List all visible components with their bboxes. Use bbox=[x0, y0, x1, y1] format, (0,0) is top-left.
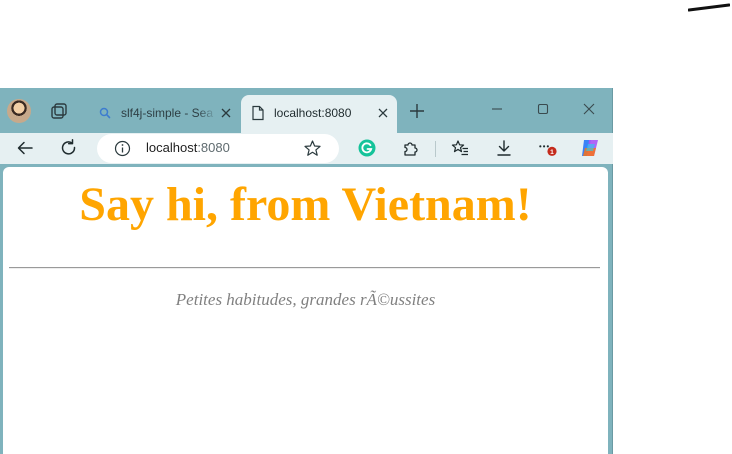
notification-badge: 1 bbox=[550, 149, 554, 156]
tab-strip: slf4j-simple - Sea localhost:8080 bbox=[0, 88, 613, 133]
page-tagline: Petites habitudes, grandes rÃ©ussites bbox=[175, 290, 436, 309]
close-icon[interactable] bbox=[219, 106, 233, 120]
info-icon[interactable] bbox=[114, 140, 131, 157]
favorites-icon[interactable] bbox=[450, 138, 470, 158]
tab-title: slf4j-simple - Sea bbox=[121, 106, 214, 120]
close-icon[interactable] bbox=[376, 106, 390, 120]
maximize-icon[interactable] bbox=[534, 100, 552, 118]
toolbar-separator bbox=[435, 141, 436, 157]
pen-stroke bbox=[688, 3, 730, 12]
url-host: localhost bbox=[146, 140, 198, 155]
star-icon[interactable] bbox=[303, 139, 322, 158]
plus-icon[interactable] bbox=[408, 102, 426, 120]
horizontal-rule bbox=[9, 267, 600, 269]
page-heading: Say hi, from Vietnam! bbox=[79, 178, 532, 231]
url-text[interactable]: localhost:8080 bbox=[146, 140, 230, 155]
back-arrow-icon[interactable] bbox=[15, 138, 35, 158]
download-icon[interactable] bbox=[494, 138, 514, 158]
profile-avatar[interactable] bbox=[7, 99, 31, 123]
tab-title: localhost:8080 bbox=[274, 106, 352, 120]
address-bar[interactable]: localhost:8080 bbox=[97, 134, 339, 163]
toolbar: localhost:8080 1 bbox=[0, 133, 613, 164]
extensions-icon[interactable] bbox=[401, 138, 421, 158]
tab-search-results[interactable]: slf4j-simple - Sea bbox=[88, 95, 240, 133]
window-close-icon[interactable] bbox=[580, 100, 598, 118]
page-icon bbox=[252, 105, 264, 121]
page-viewport: Say hi, from Vietnam! Petites habitudes,… bbox=[3, 167, 608, 454]
copilot-icon[interactable] bbox=[579, 137, 601, 159]
tab-localhost[interactable]: localhost:8080 bbox=[241, 95, 397, 133]
workspaces-icon[interactable] bbox=[48, 100, 70, 122]
refresh-icon[interactable] bbox=[59, 138, 79, 158]
url-port: :8080 bbox=[197, 140, 230, 155]
search-icon bbox=[99, 107, 111, 119]
browser-window: slf4j-simple - Sea localhost:8080 localh… bbox=[0, 88, 613, 454]
grammarly-icon[interactable] bbox=[357, 138, 377, 158]
minimize-icon[interactable] bbox=[488, 100, 506, 118]
more-options-icon[interactable]: 1 bbox=[537, 138, 557, 158]
